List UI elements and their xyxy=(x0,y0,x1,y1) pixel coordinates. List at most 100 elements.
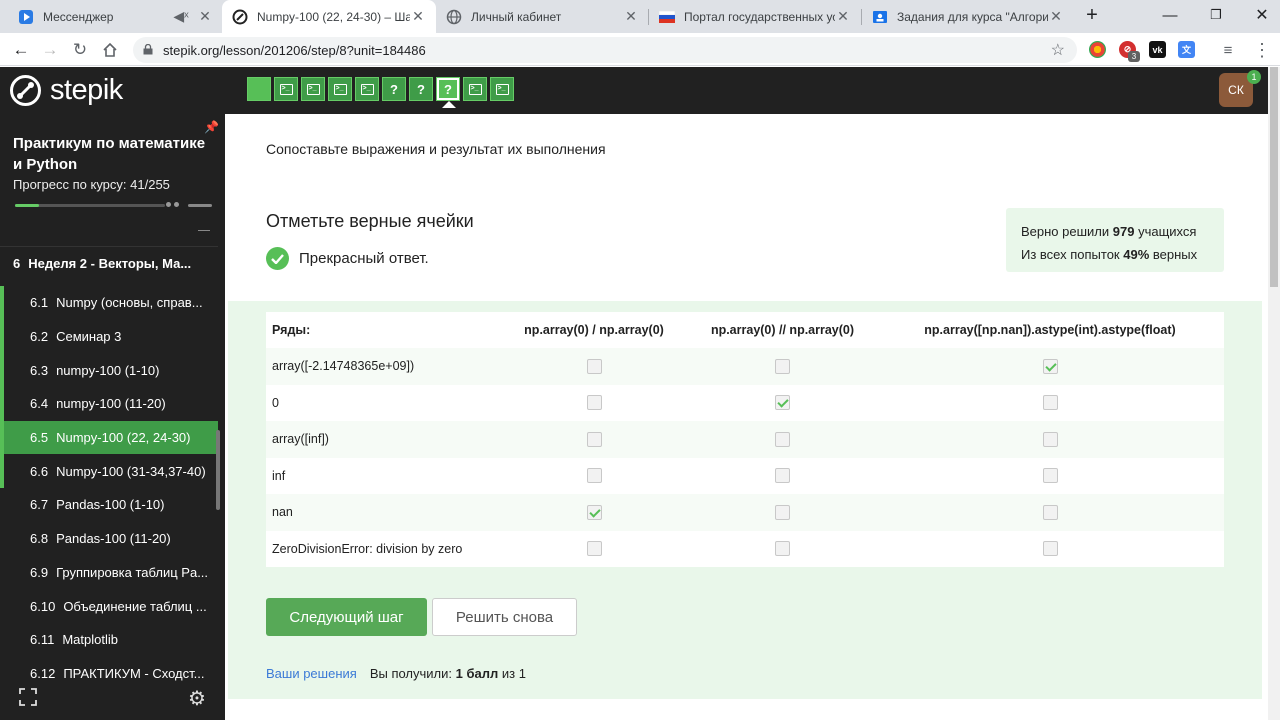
column-header: Ряды: xyxy=(272,323,311,337)
close-tab-icon[interactable]: ✕ xyxy=(835,8,851,25)
back-icon[interactable]: ← xyxy=(9,38,33,62)
vk-extension-icon[interactable]: vk xyxy=(1149,41,1166,58)
checkbox[interactable] xyxy=(586,541,602,557)
column-header: np.array(0) // np.array(0) xyxy=(710,323,855,337)
checkbox[interactable] xyxy=(1042,468,1058,484)
checkbox[interactable] xyxy=(586,358,602,374)
tab-stepik[interactable]: Numpy-100 (22, 24-30) – Шаг ✕ xyxy=(222,0,436,33)
close-tab-icon[interactable]: ✕ xyxy=(197,8,213,25)
checked-checkbox[interactable] xyxy=(586,504,602,520)
checkbox[interactable] xyxy=(1042,541,1058,557)
step-navigation: >_ >_ >_ >_ ? ? ? >_ >_ xyxy=(247,77,514,101)
stats-solved-line: Верно решили 979 учащихся xyxy=(1021,224,1197,239)
table-cell xyxy=(876,541,1224,557)
checkbox[interactable] xyxy=(1042,504,1058,520)
table-cell xyxy=(689,541,876,557)
step-5-code[interactable]: >_ xyxy=(355,77,379,101)
row-label: array([inf]) xyxy=(272,432,329,447)
week-section-header[interactable]: 6 Неделя 2 - Векторы, Ма... xyxy=(0,246,218,280)
step-4-code[interactable]: >_ xyxy=(328,77,352,101)
close-tab-icon[interactable]: ✕ xyxy=(410,8,426,25)
tab-gosuslugi[interactable]: Портал государственных услу ✕ xyxy=(649,0,861,33)
forward-icon[interactable]: → xyxy=(38,38,62,62)
checked-checkbox[interactable] xyxy=(775,395,790,411)
translate-extension-icon[interactable]: 文 xyxy=(1178,41,1195,58)
step-1[interactable] xyxy=(247,77,271,101)
close-tab-icon[interactable]: ✕ xyxy=(623,8,639,25)
stepik-logo[interactable]: stepik xyxy=(10,74,123,107)
checkbox[interactable] xyxy=(775,468,790,484)
sidebar-lesson-item[interactable]: 6.6 Numpy-100 (31-34,37-40) xyxy=(0,454,218,489)
terminal-icon: >_ xyxy=(495,83,509,95)
checkbox[interactable] xyxy=(586,395,602,411)
messenger-icon xyxy=(18,9,34,25)
scrollbar-thumb[interactable] xyxy=(1270,67,1278,287)
step-8-quiz-current[interactable]: ? xyxy=(436,77,460,101)
checkbox[interactable] xyxy=(775,431,790,447)
step-10-code[interactable]: >_ xyxy=(490,77,514,101)
retry-button[interactable]: Решить снова xyxy=(432,598,577,636)
sidebar-lesson-item[interactable]: 6.1 Numpy (основы, справ... xyxy=(0,286,218,320)
lesson-title: Pandas-100 (11-20) xyxy=(56,531,171,547)
step-6-quiz[interactable]: ? xyxy=(382,77,406,101)
reload-icon[interactable]: ↻ xyxy=(68,38,92,62)
sidebar-lesson-item[interactable]: 6.2 Семинар 3 xyxy=(0,319,218,354)
sidebar-lesson-item[interactable]: 6.7 Pandas-100 (1-10) xyxy=(0,488,218,522)
sidebar-lesson-item[interactable]: 6.11 Matplotlib xyxy=(0,623,218,657)
progress-segment xyxy=(188,204,212,207)
fullscreen-icon[interactable] xyxy=(19,688,37,711)
table-row: array([inf]) xyxy=(266,421,1224,458)
checkbox[interactable] xyxy=(1042,431,1058,447)
sidebar-lesson-item[interactable]: 6.4 numpy-100 (11-20) xyxy=(0,387,218,421)
checkbox[interactable] xyxy=(1042,395,1058,411)
table-cell xyxy=(876,358,1224,374)
course-title[interactable]: Практикум по математике и Python xyxy=(13,133,208,175)
sidebar-lesson-item[interactable]: 6.8 Pandas-100 (11-20) xyxy=(0,522,218,556)
mute-icon[interactable]: ◀ˣ xyxy=(173,8,189,25)
checkbox[interactable] xyxy=(586,468,602,484)
checkbox[interactable] xyxy=(775,541,790,557)
new-tab-button[interactable]: + xyxy=(1077,0,1107,30)
logo-text: stepik xyxy=(50,74,123,106)
step-9-code[interactable]: >_ xyxy=(463,77,487,101)
close-tab-icon[interactable]: ✕ xyxy=(1048,8,1064,25)
stepik-logo-icon xyxy=(10,75,41,106)
reading-list-icon[interactable]: ≡ xyxy=(1216,38,1240,62)
close-window-button[interactable]: ✕ xyxy=(1239,0,1280,30)
url-text: stepik.org/lesson/201206/step/8?unit=184… xyxy=(163,42,426,58)
tab-cabinet[interactable]: Личный кабинет ✕ xyxy=(436,0,649,33)
address-bar[interactable]: stepik.org/lesson/201206/step/8?unit=184… xyxy=(133,37,1077,63)
menu-icon[interactable]: ⋮ xyxy=(1250,38,1274,62)
pin-icon[interactable]: 📌 xyxy=(204,120,219,134)
table-cell xyxy=(689,504,876,520)
feedback-text: Прекрасный ответ. xyxy=(299,250,429,267)
checkbox[interactable] xyxy=(586,431,602,447)
maximize-button[interactable]: ❐ xyxy=(1193,0,1239,30)
minimize-button[interactable]: — xyxy=(1147,0,1193,30)
checkbox[interactable] xyxy=(775,358,790,374)
settings-gear-icon[interactable]: ⚙ xyxy=(188,686,206,711)
stats-attempts-line: Из всех попыток 49% верных xyxy=(1021,247,1198,262)
browser-tab-strip: Мессенджер ◀ˣ ✕ Numpy-100 (22, 24-30) – … xyxy=(0,0,1280,33)
page-scrollbar[interactable] xyxy=(1268,67,1280,720)
tab-messenger[interactable]: Мессенджер ◀ˣ ✕ xyxy=(8,0,223,33)
table-row: ZeroDivisionError: division by zero xyxy=(266,530,1224,567)
sidebar-lesson-item[interactable]: 6.5 Numpy-100 (22, 24-30) xyxy=(0,420,218,455)
step-3-code[interactable]: >_ xyxy=(301,77,325,101)
sidebar-scrollbar[interactable] xyxy=(216,430,220,510)
feedback-row: Прекрасный ответ. xyxy=(266,247,429,270)
checkbox[interactable] xyxy=(775,504,790,520)
extension-colorful-icon[interactable] xyxy=(1089,41,1106,58)
next-step-button[interactable]: Следующий шаг xyxy=(266,598,427,636)
bookmark-star-icon[interactable]: ☆ xyxy=(1051,40,1065,60)
tab-assignments[interactable]: Задания для курса "Алгоритм ✕ xyxy=(862,0,1074,33)
sidebar-lesson-item[interactable]: 6.9 Группировка таблиц Pa... xyxy=(0,556,218,590)
sidebar-lesson-item[interactable]: 6.10 Объединение таблиц ... xyxy=(0,589,218,623)
your-solutions-link[interactable]: Ваши решения xyxy=(266,666,357,681)
home-icon[interactable] xyxy=(98,38,122,62)
checked-checkbox[interactable] xyxy=(1042,358,1058,374)
step-2-code[interactable]: >_ xyxy=(274,77,298,101)
sidebar-lesson-item[interactable]: 6.3 numpy-100 (1-10) xyxy=(0,353,218,388)
lesson-number: 6.6 xyxy=(30,463,49,479)
step-7-quiz[interactable]: ? xyxy=(409,77,433,101)
